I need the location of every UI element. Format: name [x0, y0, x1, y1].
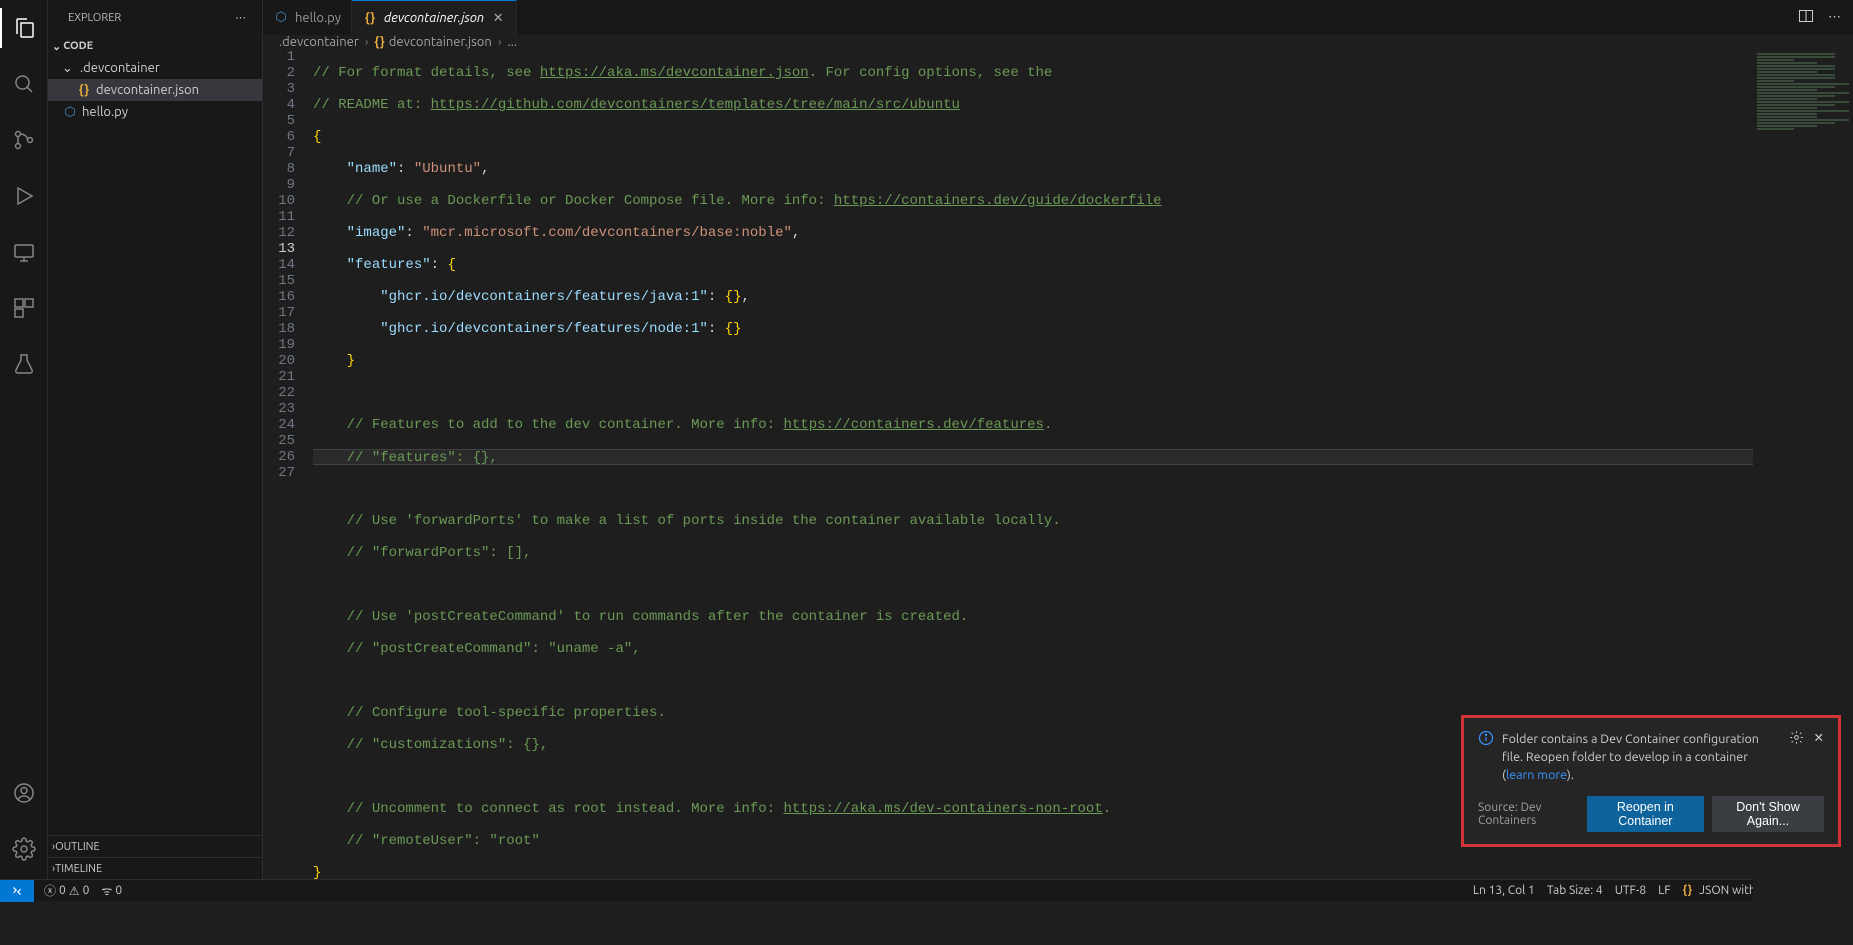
warning-icon: ⚠	[69, 884, 80, 898]
json-file-icon: {}	[76, 83, 92, 97]
tab-bar: ⬡ hello.py {} devcontainer.json ✕ ⋯	[263, 0, 1853, 35]
dont-show-again-button[interactable]: Don't Show Again...	[1712, 796, 1824, 832]
chevron-down-icon: ⌄	[52, 40, 61, 53]
radio-icon: ᯤ	[101, 882, 112, 899]
outline-section[interactable]: › OUTLINE	[48, 835, 262, 857]
activity-testing-icon[interactable]	[0, 344, 48, 384]
python-file-icon: ⬡	[273, 10, 289, 25]
activity-bar	[0, 0, 48, 879]
close-icon[interactable]: ✕	[1814, 730, 1824, 748]
learn-more-link[interactable]: learn more	[1506, 768, 1567, 782]
activity-run-debug-icon[interactable]	[0, 176, 48, 216]
more-actions-icon[interactable]: ⋯	[235, 11, 246, 24]
status-ports[interactable]: ᯤ0	[101, 882, 122, 899]
notification-source: Source: Dev Containers	[1478, 801, 1587, 827]
tree-file-devcontainer-json[interactable]: {} devcontainer.json	[48, 79, 262, 101]
notification-message: Folder contains a Dev Container configur…	[1502, 730, 1781, 784]
tab-hello-py[interactable]: ⬡ hello.py	[263, 0, 352, 35]
remote-indicator[interactable]	[0, 880, 34, 902]
side-bar-title: EXPLORER ⋯	[48, 0, 262, 35]
status-problems[interactable]: ⓧ0 ⚠0	[44, 882, 89, 899]
breadcrumb[interactable]: .devcontainer› {} devcontainer.json› ...	[263, 35, 1853, 49]
tree-folder-devcontainer[interactable]: ⌄ .devcontainer	[48, 57, 262, 79]
more-actions-icon[interactable]: ⋯	[1828, 10, 1841, 25]
activity-extensions-icon[interactable]	[0, 288, 48, 328]
error-icon: ⓧ	[44, 882, 56, 899]
info-icon	[1478, 730, 1494, 749]
activity-explorer-icon[interactable]	[0, 8, 48, 48]
activity-remote-explorer-icon[interactable]	[0, 232, 48, 272]
activity-settings-icon[interactable]	[0, 829, 48, 869]
reopen-in-container-button[interactable]: Reopen in Container	[1587, 796, 1704, 832]
close-tab-icon[interactable]: ✕	[490, 11, 506, 26]
activity-source-control-icon[interactable]	[0, 120, 48, 160]
activity-search-icon[interactable]	[0, 64, 48, 104]
chevron-down-icon: ⌄	[62, 61, 76, 76]
line-number-gutter: 1234567891011121314151617181920212223242…	[263, 49, 313, 945]
activity-accounts-icon[interactable]	[0, 773, 48, 813]
side-bar: EXPLORER ⋯ ⌄ CODE ⌄ .devcontainer {} dev…	[48, 0, 263, 879]
timeline-section[interactable]: › TIMELINE	[48, 857, 262, 879]
tree-file-hello-py[interactable]: ⬡ hello.py	[48, 101, 262, 123]
notification-toast: Folder contains a Dev Container configur…	[1461, 715, 1841, 847]
gear-icon[interactable]	[1789, 730, 1804, 748]
tab-devcontainer-json[interactable]: {} devcontainer.json ✕	[352, 0, 517, 35]
json-file-icon: {}	[374, 35, 384, 49]
workspace-root[interactable]: ⌄ CODE	[48, 35, 262, 57]
editor-area: ⬡ hello.py {} devcontainer.json ✕ ⋯ .dev…	[263, 0, 1853, 879]
python-file-icon: ⬡	[62, 105, 78, 120]
json-file-icon: {}	[362, 11, 378, 25]
split-editor-icon[interactable]	[1798, 8, 1814, 27]
